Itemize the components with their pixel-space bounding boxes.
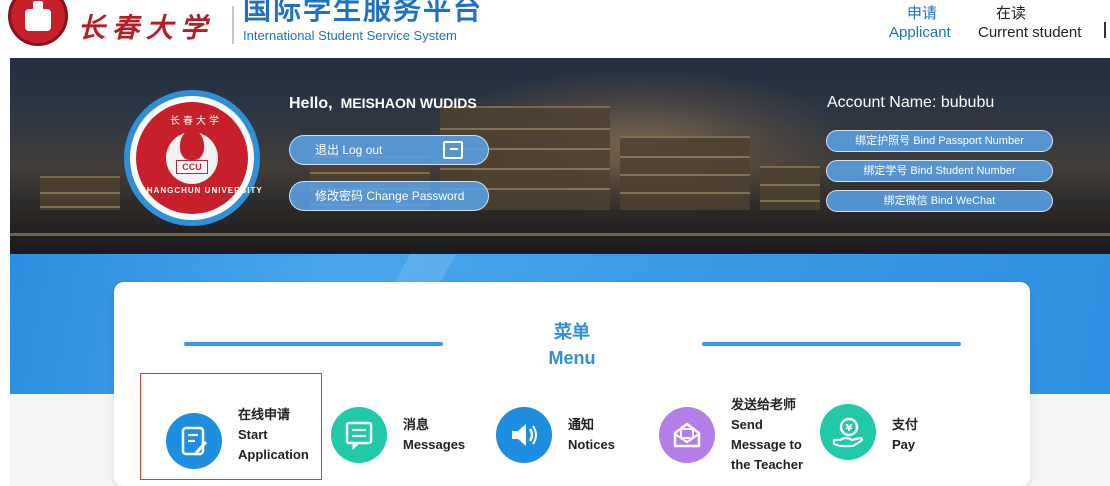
label-line-en-1: Messages: [403, 437, 466, 452]
nav-overflow-edge: [1104, 22, 1106, 38]
bind-passport-button[interactable]: 绑定护照号 Bind Passport Number: [826, 130, 1053, 152]
menu-item-label: 通知 Notices: [568, 415, 615, 455]
menu-item-label: 发送给老师 Send Message to the Teacher: [731, 395, 803, 475]
top-header: 长春大学 国际学生服务平台 International Student Serv…: [0, 0, 1110, 58]
label-line-en-1: Send: [731, 417, 763, 432]
label-line-cn: 消息: [403, 417, 430, 432]
university-logo-icon[interactable]: [8, 0, 68, 46]
seal-text-en: CHANGCHUN UNIVERSITY: [140, 186, 263, 195]
label-line-cn: 在线申请: [238, 407, 291, 422]
menu-title-cn: 菜单: [554, 322, 590, 342]
nav-applicant-cn: 申请: [907, 5, 938, 22]
system-title-cn: 国际学生服务平台: [243, 0, 484, 25]
account-label: Account Name:: [827, 94, 937, 111]
change-password-label: 修改密码 Change Password: [315, 189, 465, 203]
svg-text:¥: ¥: [846, 423, 853, 434]
label-line-cn: 支付: [892, 417, 919, 432]
hand-coin-icon: ¥: [820, 404, 876, 460]
greeting-text: Hello,: [289, 95, 333, 112]
message-icon: [331, 407, 387, 463]
university-seal-icon: 长春大学 CCU CHANGCHUN UNIVERSITY: [124, 90, 263, 226]
nav-current-student[interactable]: 在读 Current student: [978, 5, 1082, 41]
menu-divider-right: [702, 342, 961, 346]
menu-title-en: Menu: [548, 348, 596, 368]
menu-divider-left: [184, 342, 443, 346]
nav-current-student-label: Current student: [978, 24, 1082, 41]
system-title-en: International Student Service System: [243, 28, 457, 43]
label-line-en-2: Application: [238, 447, 309, 462]
seal-text-abbr: CCU: [176, 160, 208, 174]
user-greeting: Hello, MEISHAON WUDIDS: [289, 95, 477, 113]
nav-current-student-cn: 在读: [996, 5, 1027, 22]
label-line-en-1: Start: [238, 427, 268, 442]
page: 长春大学 国际学生服务平台 International Student Serv…: [0, 0, 1110, 486]
label-line-cn: 发送给老师: [731, 397, 797, 412]
label-line-en-2: Message to: [731, 437, 802, 452]
logout-button[interactable]: 退出 Log out: [289, 135, 489, 165]
mail-open-icon: [659, 407, 715, 463]
user-name: MEISHAON WUDIDS: [340, 95, 477, 111]
account-name: bububu: [940, 94, 995, 111]
nav-applicant[interactable]: 申请 Applicant: [889, 5, 951, 41]
label-line-en-3: the Teacher: [731, 457, 804, 472]
menu-item-label: 支付 Pay: [892, 415, 918, 455]
menu-item-label: 消息 Messages: [403, 415, 465, 455]
label-line-en-1: Notices: [568, 437, 615, 452]
seal-text-cn: 长春大学: [170, 116, 222, 127]
nav-applicant-label: Applicant: [889, 24, 951, 41]
change-password-button[interactable]: 修改密码 Change Password: [289, 181, 489, 211]
logout-label: 退出 Log out: [315, 143, 383, 157]
header-divider: [232, 6, 234, 44]
speaker-icon: [496, 407, 552, 463]
bind-wechat-button[interactable]: 绑定微信 Bind WeChat: [826, 190, 1053, 212]
logout-icon: [443, 141, 463, 159]
account-name-row: Account Name: bububu: [827, 94, 994, 112]
label-line-cn: 通知: [568, 417, 595, 432]
label-line-en-1: Pay: [892, 437, 916, 452]
university-name-calligraphy: 长春大学: [78, 13, 214, 44]
bind-student-button[interactable]: 绑定学号 Bind Student Number: [826, 160, 1053, 182]
edit-document-icon: [166, 413, 222, 469]
menu-item-label: 在线申请 Start Application: [238, 405, 309, 465]
